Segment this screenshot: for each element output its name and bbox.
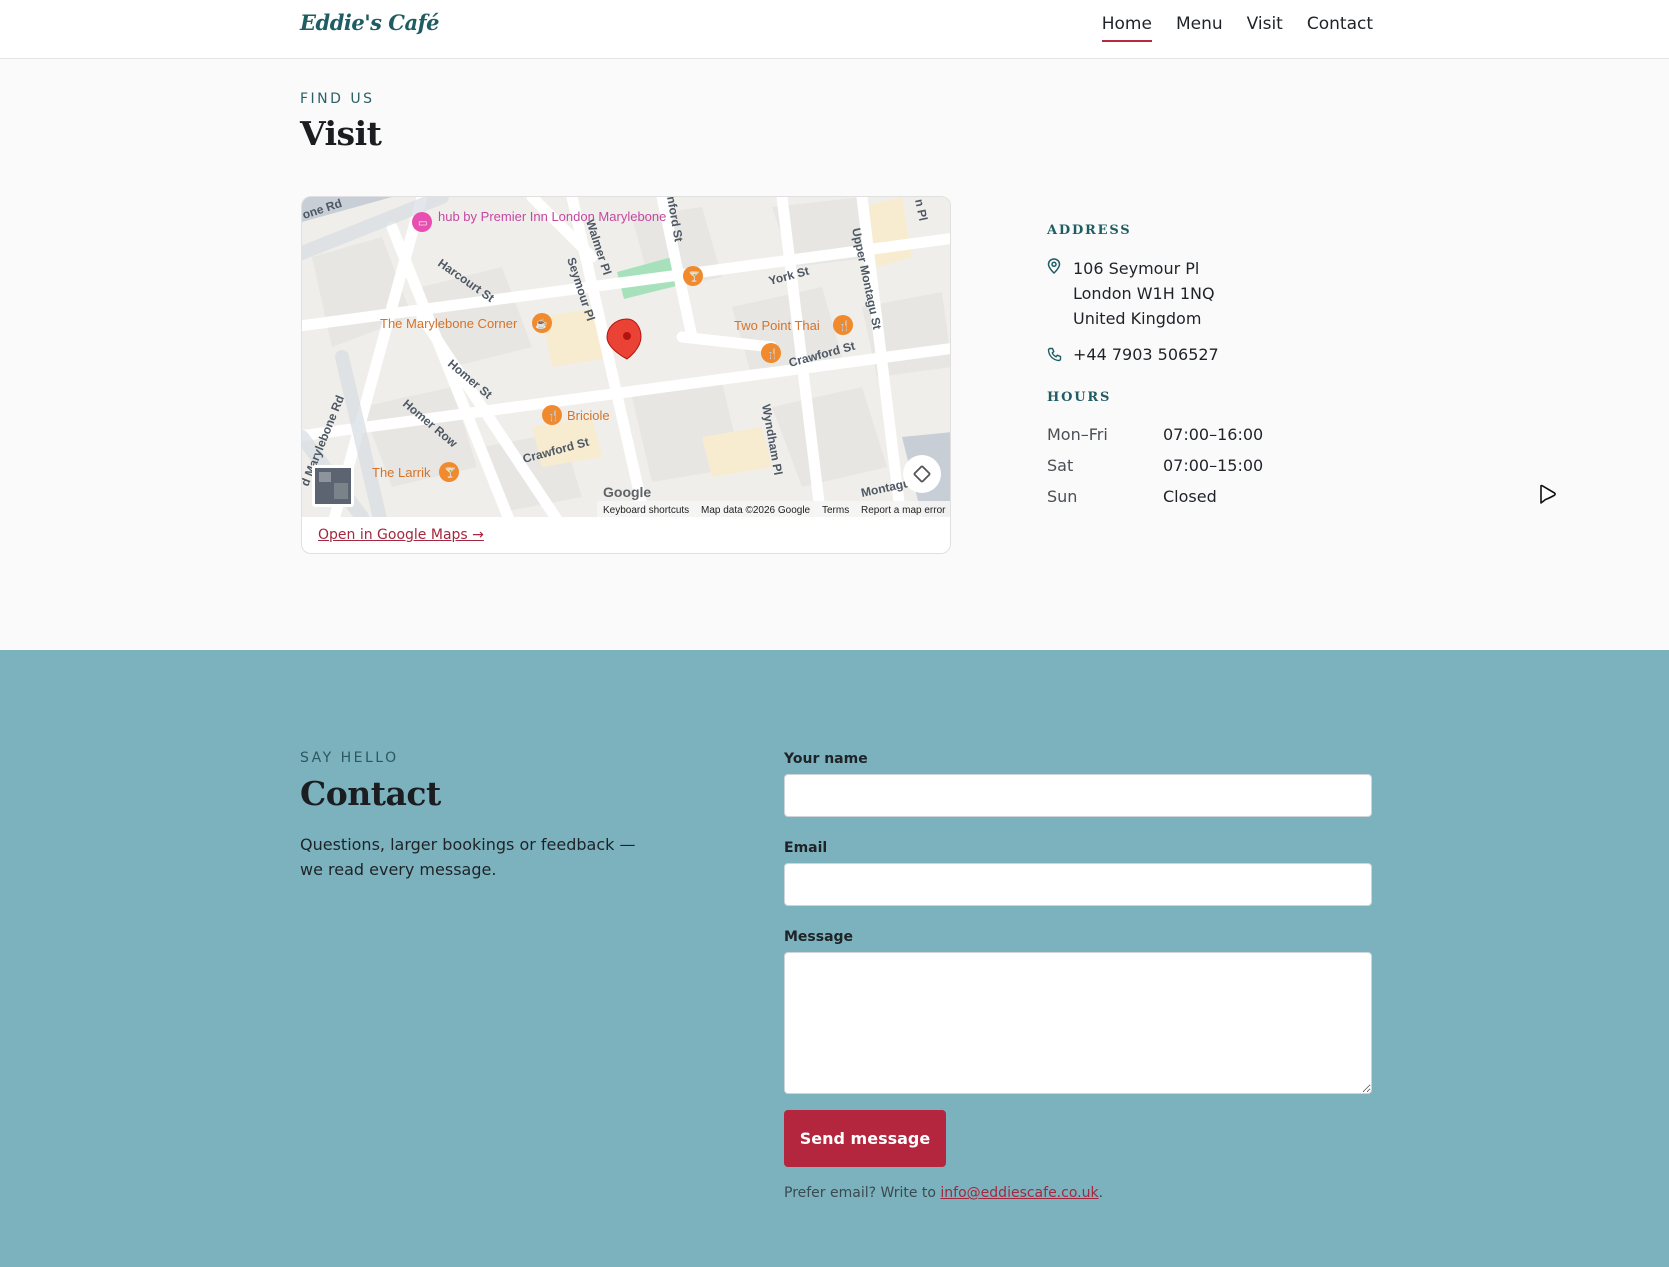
mouse-cursor-icon	[1538, 484, 1558, 510]
hours-row: Sat 07:00–15:00	[1047, 450, 1407, 481]
address-line: London W1H 1NQ	[1073, 284, 1215, 303]
name-label: Your name	[784, 751, 868, 767]
hours-row: Mon–Fri 07:00–16:00	[1047, 419, 1407, 450]
phone-number[interactable]: +44 7903 506527	[1073, 345, 1219, 366]
visit-title: Visit	[300, 114, 382, 153]
svg-text:▭: ▭	[418, 218, 427, 229]
map-terms-link[interactable]: Terms	[822, 505, 849, 516]
phone-block: +44 7903 506527	[1047, 345, 1407, 366]
poi-label: Two Point Thai	[734, 318, 820, 333]
svg-text:🍴: 🍴	[547, 409, 559, 422]
address-line: United Kingdom	[1073, 309, 1202, 328]
top-navigation-bar: Eddie's Café Home Menu Visit Contact	[0, 0, 1669, 59]
svg-text:🍸: 🍸	[688, 270, 700, 283]
map-keyboard-shortcuts-link[interactable]: Keyboard shortcuts	[603, 505, 689, 516]
phone-icon	[1047, 345, 1073, 366]
open-in-google-maps-link[interactable]: Open in Google Maps →	[318, 527, 484, 543]
nav-visit-link[interactable]: Visit	[1247, 14, 1283, 42]
brand-logo[interactable]: Eddie's Café	[300, 10, 440, 35]
main-nav: Home Menu Visit Contact	[1101, 14, 1373, 42]
visit-info: ADDRESS 106 Seymour Pl London W1H 1NQ Un…	[1047, 223, 1407, 512]
contact-title: Contact	[300, 774, 441, 813]
poi-label: Briciole	[567, 408, 610, 423]
fullscreen-button[interactable]	[903, 455, 941, 493]
address-block: 106 Seymour Pl London W1H 1NQ United Kin…	[1047, 256, 1407, 331]
name-input[interactable]	[784, 774, 1372, 817]
svg-text:🍸: 🍸	[444, 466, 456, 479]
map-data-attribution: Map data ©2026 Google	[701, 505, 811, 516]
email-note-prefix: Prefer email? Write to	[784, 1185, 941, 1201]
email-note: Prefer email? Write to info@eddiescafe.c…	[784, 1185, 1372, 1201]
hours-day: Sun	[1047, 487, 1078, 506]
contact-form: Your name Email Message Send message Pre…	[784, 748, 1372, 1201]
message-textarea[interactable]	[784, 952, 1372, 1094]
google-logo: Google	[603, 484, 651, 500]
hours-heading: HOURS	[1047, 390, 1112, 405]
hours-table: Mon–Fri 07:00–16:00 Sat 07:00–15:00 Sun …	[1047, 419, 1407, 512]
address-heading: ADDRESS	[1047, 223, 1132, 238]
send-message-button[interactable]: Send message	[784, 1110, 946, 1167]
poi-label: The Larrik	[372, 465, 431, 480]
address-line: 106 Seymour Pl	[1073, 259, 1200, 278]
email-link[interactable]: info@eddiescafe.co.uk	[940, 1185, 1098, 1201]
contact-section: SAY HELLO Contact Questions, larger book…	[0, 650, 1669, 1267]
hours-time: Closed	[1163, 487, 1217, 506]
satellite-toggle[interactable]	[312, 465, 354, 507]
email-note-suffix: .	[1098, 1185, 1104, 1201]
hours-day: Mon–Fri	[1047, 425, 1108, 444]
map-pin-icon	[1047, 256, 1073, 331]
map-report-error-link[interactable]: Report a map error	[861, 505, 946, 516]
nav-home-link[interactable]: Home	[1101, 14, 1152, 42]
hours-time: 07:00–16:00	[1163, 425, 1264, 444]
message-label: Message	[784, 929, 854, 945]
poi-label: hub by Premier Inn London Marylebone	[438, 209, 666, 224]
svg-text:🍴: 🍴	[838, 319, 850, 332]
hours-time: 07:00–15:00	[1163, 456, 1264, 475]
visit-eyebrow: FIND US	[300, 91, 375, 107]
nav-menu-link[interactable]: Menu	[1176, 14, 1223, 42]
email-label: Email	[784, 840, 828, 856]
poi-label: The Marylebone Corner	[380, 316, 518, 331]
map-card: one Rd Harcourt St Walmer Pl Seymour Pl …	[301, 196, 951, 554]
contact-eyebrow: SAY HELLO	[300, 750, 399, 766]
nav-contact-link[interactable]: Contact	[1307, 14, 1373, 42]
contact-description: Questions, larger bookings or feedback —…	[300, 835, 636, 879]
hours-row: Sun Closed	[1047, 481, 1407, 512]
embedded-map[interactable]: one Rd Harcourt St Walmer Pl Seymour Pl …	[302, 197, 950, 517]
svg-text:🍴: 🍴	[766, 347, 778, 360]
email-input[interactable]	[784, 863, 1372, 906]
hours-day: Sat	[1047, 456, 1074, 475]
svg-text:☕: ☕	[535, 317, 547, 330]
